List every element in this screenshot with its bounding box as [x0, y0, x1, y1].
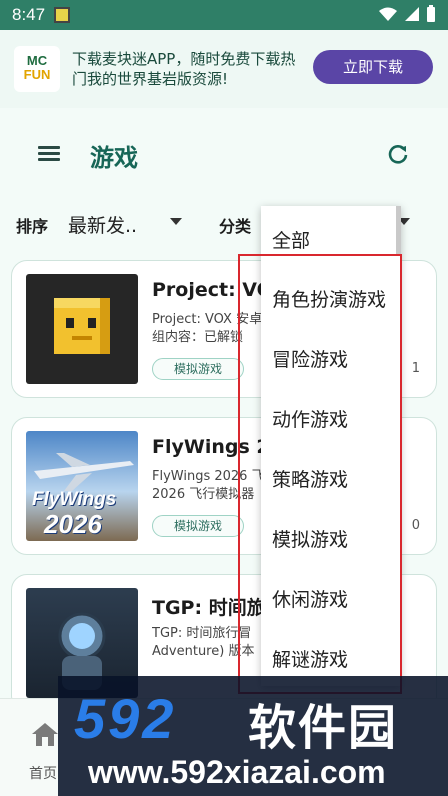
download-count: 0 [411, 518, 420, 533]
menu-item-puzzle[interactable]: 解谜游戏 [272, 645, 348, 672]
game-thumbnail: FlyWings 2026 [26, 431, 138, 541]
notification-app-icon [54, 7, 70, 23]
signal-icon [405, 7, 419, 21]
app-bar: 游戏 [0, 108, 448, 194]
thumbnail-title: FlyWings [32, 489, 117, 510]
promo-banner[interactable]: MC FUN 下载麦块迷APP，随时免费下载热门我的世界基岩版资源! 立即下载 [0, 30, 448, 108]
pixel-cube-icon [54, 298, 110, 354]
thumbnail-year: 2026 [44, 509, 102, 539]
watermark-url: www.592xiazai.com [88, 754, 386, 790]
menu-scrollbar[interactable] [396, 206, 401, 256]
hamburger-menu-icon[interactable] [38, 146, 60, 162]
menu-item-strategy[interactable]: 策略游戏 [272, 465, 348, 492]
refresh-icon[interactable] [386, 142, 410, 166]
sort-dropdown[interactable]: 最新发.. [68, 211, 137, 238]
watermark-logo-text: 软件园 [248, 700, 399, 756]
wifi-icon [379, 7, 397, 21]
category-tag: 模拟游戏 [152, 515, 244, 537]
sort-label: 排序 [16, 217, 49, 236]
system-icons [378, 5, 436, 23]
watermark: 592 软件园 www.592xiazai.com [58, 676, 448, 796]
status-time: 8:47 [12, 5, 46, 24]
logo-line1: MC [26, 53, 48, 68]
menu-item-adventure[interactable]: 冒险游戏 [272, 345, 348, 372]
download-now-button[interactable]: 立即下载 [313, 50, 433, 84]
promo-text: 下载麦块迷APP，随时免费下载热门我的世界基岩版资源! [72, 50, 296, 88]
home-icon[interactable] [30, 721, 60, 747]
battery-icon [427, 5, 435, 22]
category-tag: 模拟游戏 [152, 358, 244, 380]
logo-line2: FUN [23, 67, 51, 82]
download-count: 1 [411, 361, 420, 376]
game-thumbnail [26, 274, 138, 384]
menu-item-simulation[interactable]: 模拟游戏 [272, 525, 348, 552]
status-bar: 8:47 [0, 0, 448, 30]
category-label: 分类 [219, 217, 252, 236]
sort-chevron-down-icon[interactable] [170, 218, 182, 225]
menu-item-casual[interactable]: 休闲游戏 [272, 585, 348, 612]
menu-item-action[interactable]: 动作游戏 [272, 405, 348, 432]
menu-item-all[interactable]: 全部 [272, 226, 310, 253]
page-title: 游戏 [90, 144, 138, 172]
category-dropdown-menu: 全部 角色扮演游戏 冒险游戏 动作游戏 策略游戏 模拟游戏 休闲游戏 解谜游戏 [261, 206, 401, 686]
nav-home-label[interactable]: 首页 [29, 763, 57, 783]
watermark-logo-number: 592 [74, 687, 177, 750]
mcfun-logo: MC FUN [14, 46, 60, 92]
menu-item-rpg[interactable]: 角色扮演游戏 [272, 285, 386, 312]
